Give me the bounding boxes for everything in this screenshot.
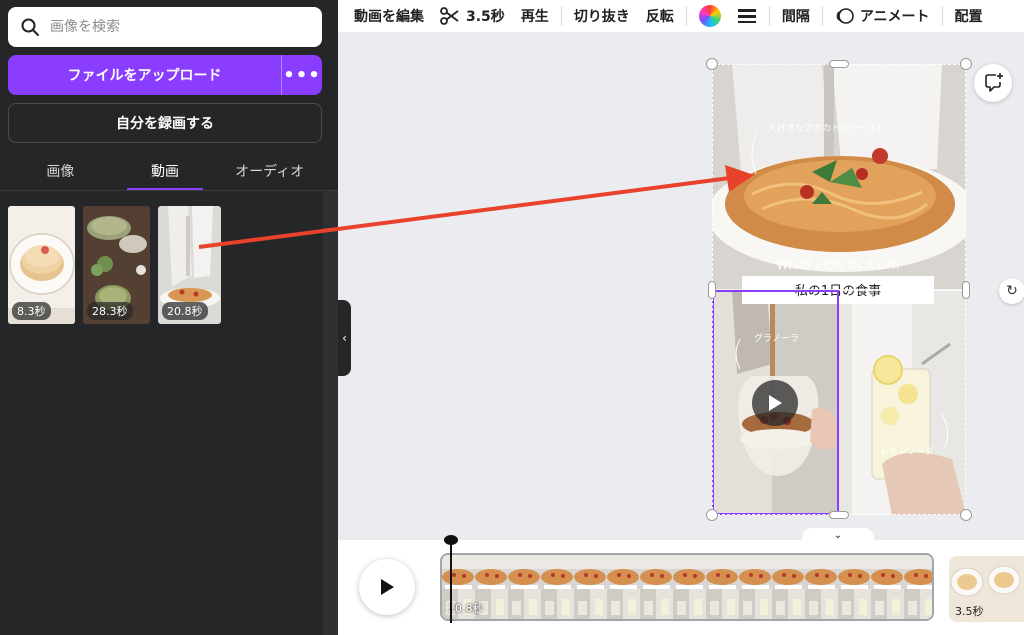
search-icon [21,18,39,36]
video-duration-badge: 8.3秒 [12,302,51,320]
scissors-icon [440,7,459,25]
tab-videos[interactable]: 動画 [113,152,218,190]
design-page[interactable]: 大好きなアボカド卵トースト WHAT I EAT IN A DAY グラノーラ … [712,64,966,515]
resize-handle-bottom-right[interactable] [960,509,972,521]
resize-handle-top-right[interactable] [960,58,972,70]
resize-handle-bottom-left[interactable] [706,509,718,521]
timeline-clip-frames [442,555,932,619]
spacing-button[interactable]: 間隔 [774,0,818,32]
flip-button[interactable]: 反転 [638,0,682,32]
color-button[interactable] [691,0,729,32]
timeline-clip-selected[interactable]: 20.8秒 [440,553,934,621]
clip-duration-label: 3.5秒 [955,605,984,618]
split-duration: 3.5秒 [466,9,505,25]
editor-toolbar: 動画を編集 3.5秒 再生 切り抜き 反転 間隔 アニメート 配置 [338,0,1024,32]
side-panel: ファイルをアップロード ••• 自分を録画する 画像 動画 オーディオ 8.3秒 [0,0,338,635]
resize-handle-top[interactable] [829,60,849,68]
chevron-left-icon: ‹ [342,331,347,345]
chevron-down-icon: ⌄ [833,529,843,541]
toolbar-divider [685,6,687,26]
resize-handle-left[interactable] [708,281,716,299]
resize-handle-bottom[interactable] [829,511,849,519]
line-weight-button[interactable] [729,0,765,32]
resize-handle-top-left[interactable] [706,58,718,70]
upload-files-button[interactable]: ファイルをアップロード [8,55,282,95]
add-comment-button[interactable] [974,64,1012,102]
search-input[interactable] [50,19,300,35]
play-icon [381,579,394,595]
animate-button[interactable]: アニメート [827,0,938,32]
record-yourself-button[interactable]: 自分を録画する [8,103,322,143]
search-box[interactable] [8,7,322,47]
position-button[interactable]: 配置 [947,0,991,32]
color-wheel-icon [698,5,721,27]
playhead-line[interactable] [450,545,452,623]
rotate-button[interactable]: ↻ [999,278,1024,304]
line-weight-icon [737,9,756,23]
comment-add-icon [985,73,1003,92]
video-duration-badge: 28.3秒 [87,302,133,320]
panel-scrollbar[interactable] [323,191,338,635]
tab-audio[interactable]: オーディオ [217,152,322,190]
play-toggle-button[interactable]: 再生 [513,0,557,32]
crop-button[interactable]: 切り抜き [566,0,638,32]
edit-video-button[interactable]: 動画を編集 [338,0,432,32]
collapse-panel-handle[interactable]: ‹ [338,300,351,376]
video-thumbnail[interactable]: 20.8秒 [158,206,221,324]
clip-duration-label: 20.8秒 [448,602,484,615]
timeline-collapse-button[interactable]: ⌄ [802,528,874,542]
rotate-icon: ↻ [1006,283,1018,299]
video-thumbnail[interactable]: 8.3秒 [8,206,75,324]
toolbar-divider [821,6,823,26]
resize-handle-right[interactable] [962,281,970,299]
animate-label: アニメート [859,9,930,25]
split-button[interactable]: 3.5秒 [432,0,513,32]
video-duration-badge: 20.8秒 [162,302,208,320]
timeline-clip[interactable]: 3.5秒 [949,556,1024,622]
toolbar-divider [768,6,770,26]
toolbar-divider [560,6,562,26]
media-tabs: 画像 動画 オーディオ [8,152,322,190]
timeline-play-button[interactable] [359,559,415,615]
video-thumbnail[interactable]: 28.3秒 [83,206,150,324]
upload-more-button[interactable]: ••• [282,55,322,95]
selection-border [712,64,966,515]
animate-icon [836,8,854,24]
toolbar-divider [941,6,943,26]
playhead-handle[interactable] [444,535,458,545]
upload-button-group: ファイルをアップロード ••• [8,55,322,95]
tab-images[interactable]: 画像 [8,152,113,190]
tabs-divider [0,190,338,191]
